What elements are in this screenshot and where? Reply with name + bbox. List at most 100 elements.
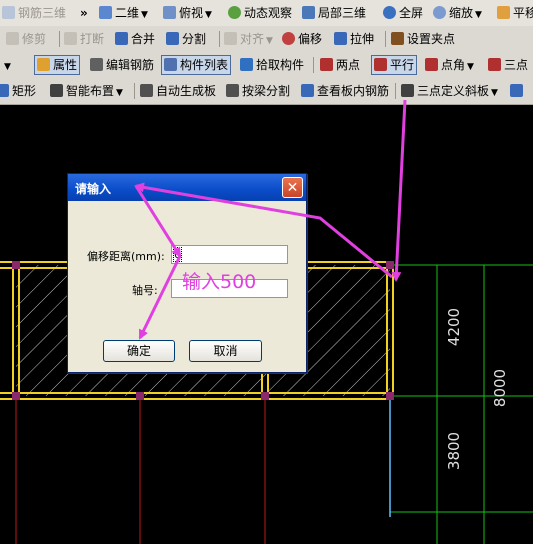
- parallel-icon: [374, 58, 387, 71]
- pan-button[interactable]: 平移: [497, 4, 533, 22]
- orbit-button[interactable]: 动态观察: [228, 4, 292, 22]
- 2d-button[interactable]: 二维 ▼: [99, 4, 148, 22]
- offset-distance-input[interactable]: 0: [171, 245, 288, 264]
- rectangle-icon: [0, 84, 9, 97]
- point-angle-icon: [425, 58, 438, 71]
- zoom-label: 缩放: [449, 6, 474, 20]
- fullscreen-icon: [383, 6, 396, 19]
- 2d-icon: [99, 6, 112, 19]
- grip-icon: [391, 32, 404, 45]
- split-icon: [166, 32, 179, 45]
- toolbar-divider: [395, 83, 396, 99]
- point-angle-button[interactable]: 点角 ▼: [425, 56, 474, 74]
- split-by-beam-label: 按梁分割: [242, 84, 291, 98]
- cancel-button[interactable]: 取消: [189, 340, 262, 362]
- 2d-label: 二维: [115, 6, 140, 20]
- properties-button[interactable]: 属性: [34, 55, 81, 75]
- toolbar-divider: [385, 31, 386, 47]
- dialog-title: 请输入: [75, 182, 112, 196]
- stretch-button[interactable]: 拉伸: [334, 30, 374, 48]
- pick-component-button[interactable]: 拾取构件: [240, 56, 304, 74]
- split-label: 分割: [182, 32, 207, 46]
- three-point-label: 三点: [504, 58, 529, 72]
- align-button[interactable]: 对齐 ▼: [224, 30, 273, 48]
- dimension-label: 3800: [445, 432, 463, 470]
- edit-rebar-label: 编辑钢筋: [106, 58, 155, 72]
- rebar-3d-button[interactable]: 钢筋三维: [2, 4, 66, 22]
- zoom-button[interactable]: 缩放 ▼: [433, 4, 482, 22]
- local-3d-button[interactable]: 局部三维: [302, 4, 366, 22]
- chevron-down-icon: ▼: [475, 10, 482, 20]
- component-list-button[interactable]: 构件列表: [161, 55, 232, 75]
- three-point-slope-label: 三点定义斜板: [417, 84, 490, 98]
- smart-layout-button[interactable]: 智能布置 ▼: [50, 82, 123, 100]
- fullscreen-button[interactable]: 全屏: [383, 4, 423, 22]
- toolbar-divider: [134, 83, 135, 99]
- slab-toolbar: 矩形 智能布置 ▼ 自动生成板 按梁分割 查看板内钢筋 三点定义斜板 ▼: [0, 78, 533, 105]
- draw-toolbar: ▼ 属性 编辑钢筋 构件列表 拾取构件 两点 平行 点角 ▼ 三点: [0, 52, 533, 79]
- close-icon: ✕: [286, 180, 299, 196]
- offset-label: 偏移: [298, 32, 323, 46]
- chevron-down-icon: ▼: [266, 36, 273, 46]
- pick-icon: [240, 58, 253, 71]
- overflow-chevron[interactable]: »: [80, 4, 88, 22]
- three-point-slope-button[interactable]: 三点定义斜板 ▼: [401, 82, 498, 100]
- offset-button[interactable]: 偏移: [282, 30, 322, 48]
- extra-tool-icon: [510, 84, 523, 97]
- hand-icon: [497, 6, 510, 19]
- chevron-down-icon: ▼: [116, 88, 123, 98]
- dimension-label: 4200: [445, 308, 463, 346]
- split-button[interactable]: 分割: [166, 30, 206, 48]
- local-3d-icon: [302, 6, 315, 19]
- two-point-icon: [320, 58, 333, 71]
- properties-icon: [37, 58, 50, 71]
- column: [386, 392, 394, 400]
- close-button[interactable]: ✕: [282, 177, 303, 198]
- merge-button[interactable]: 合并: [115, 30, 155, 48]
- trim-icon: [6, 32, 19, 45]
- top-view-label: 俯视: [179, 6, 204, 20]
- two-point-button[interactable]: 两点: [320, 56, 360, 74]
- three-point-button[interactable]: 三点: [488, 56, 528, 74]
- stretch-icon: [334, 32, 347, 45]
- toolbar-divider: [59, 31, 60, 47]
- fullscreen-label: 全屏: [399, 6, 424, 20]
- chevron-down-icon: ▼: [491, 88, 498, 98]
- smart-layout-label: 智能布置: [66, 84, 115, 98]
- toolbar-divider: [313, 57, 314, 73]
- pick-component-label: 拾取构件: [256, 58, 305, 72]
- set-grip-button[interactable]: 设置夹点: [391, 30, 455, 48]
- orbit-label: 动态观察: [244, 6, 293, 20]
- offset-icon: [282, 32, 295, 45]
- rectangle-button[interactable]: 矩形: [0, 82, 36, 100]
- chevron-down-icon: ▼: [467, 62, 474, 72]
- two-point-label: 两点: [336, 58, 361, 72]
- trim-button[interactable]: 修剪: [6, 30, 46, 48]
- merge-icon: [115, 32, 128, 45]
- view-rebar-icon: [301, 84, 314, 97]
- point-angle-label: 点角: [441, 58, 466, 72]
- annotation-text: 输入500: [182, 271, 257, 293]
- layer-dropdown[interactable]: ▼: [2, 56, 11, 74]
- three-point-icon: [488, 58, 501, 71]
- dialog-titlebar[interactable]: 请输入 ✕: [68, 174, 306, 201]
- set-grip-label: 设置夹点: [407, 32, 456, 46]
- split-by-beam-icon: [226, 84, 239, 97]
- view-slab-rebar-label: 查看板内钢筋: [317, 84, 390, 98]
- edit-rebar-button[interactable]: 编辑钢筋: [90, 56, 154, 74]
- axis-number-label: 轴号:: [132, 284, 158, 297]
- split-by-beam-button[interactable]: 按梁分割: [226, 82, 290, 100]
- rebar-3d-label: 钢筋三维: [18, 6, 67, 20]
- extra-tool-button[interactable]: [510, 82, 526, 100]
- chevron-down-icon: ▼: [205, 10, 212, 20]
- smart-layout-icon: [50, 84, 63, 97]
- ok-button[interactable]: 确定: [103, 340, 175, 362]
- auto-generate-slab-button[interactable]: 自动生成板: [140, 82, 216, 100]
- column: [261, 392, 269, 400]
- slope-icon: [401, 84, 414, 97]
- properties-label: 属性: [53, 58, 78, 72]
- view-slab-rebar-button[interactable]: 查看板内钢筋: [301, 82, 389, 100]
- top-view-button[interactable]: 俯视 ▼: [163, 4, 212, 22]
- break-button[interactable]: 打断: [64, 30, 104, 48]
- parallel-button[interactable]: 平行: [371, 55, 418, 75]
